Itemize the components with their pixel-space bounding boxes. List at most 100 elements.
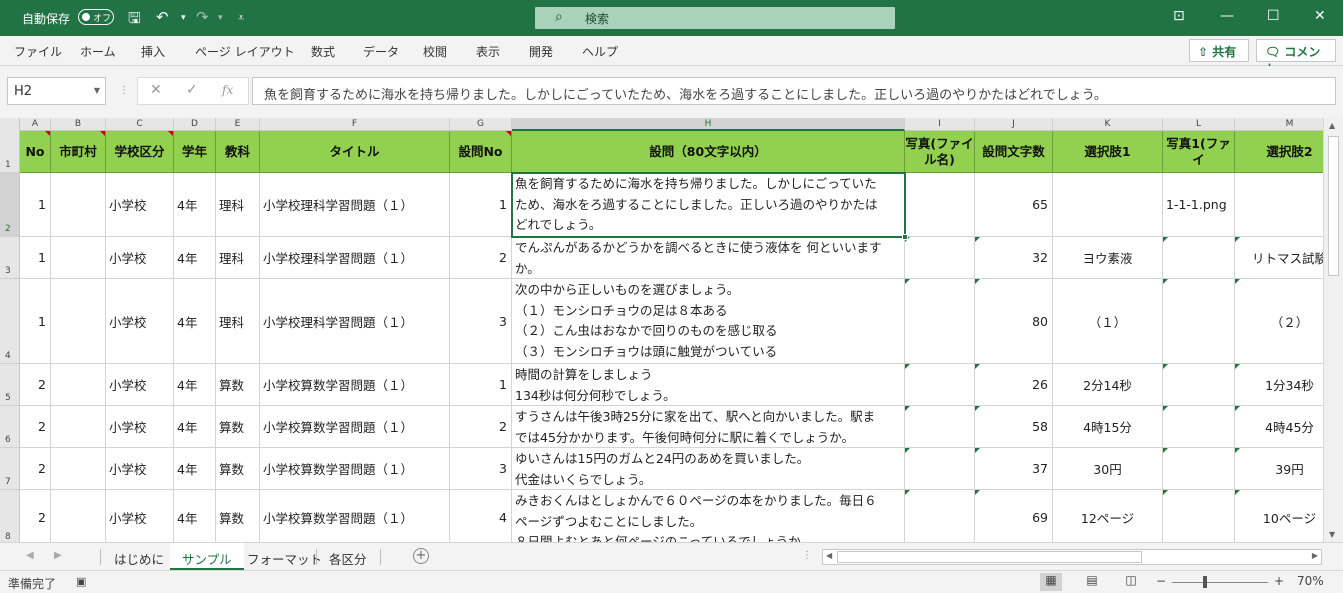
cell-no[interactable]: 2 (20, 406, 51, 448)
header-cell-photo[interactable]: 写真(ファイル名) (905, 131, 975, 173)
fill-handle[interactable] (902, 234, 908, 240)
vertical-scrollbar[interactable]: ▲ ▼ (1323, 118, 1343, 542)
cell-school-type[interactable]: 小学校 (106, 279, 174, 364)
row-number-8[interactable]: 8 (0, 490, 20, 542)
cell-question-no[interactable]: 1 (450, 364, 512, 406)
cell-photo[interactable] (905, 448, 975, 490)
column-letter-l[interactable]: L (1163, 118, 1235, 131)
page-break-view-icon[interactable]: ◫ (1120, 573, 1142, 591)
cell-school-type[interactable]: 小学校 (106, 448, 174, 490)
cell-photo[interactable] (905, 490, 975, 542)
cell-photo[interactable] (905, 173, 975, 237)
cell-city[interactable] (51, 173, 106, 237)
column-letter-d[interactable]: D (174, 118, 216, 131)
cell-question-no[interactable]: 1 (450, 173, 512, 237)
tab-formulas[interactable]: 数式 (311, 43, 335, 60)
cell-city[interactable] (51, 279, 106, 364)
cell-choice-1[interactable]: 4時15分 (1053, 406, 1163, 448)
cell-city[interactable] (51, 237, 106, 279)
enter-icon[interactable]: ✓ (186, 82, 198, 98)
cell-question-no[interactable]: 4 (450, 490, 512, 542)
column-letter-i[interactable]: I (905, 118, 975, 131)
cell-question-no[interactable]: 2 (450, 237, 512, 279)
row-number-3[interactable]: 3 (0, 237, 20, 279)
scroll-up-icon[interactable]: ▲ (1329, 121, 1335, 130)
cell-choice-1[interactable]: ヨウ素液 (1053, 237, 1163, 279)
cell-city[interactable] (51, 364, 106, 406)
cell-photo-1[interactable] (1163, 237, 1235, 279)
macro-record-icon[interactable]: ▣ (76, 575, 86, 588)
tab-view[interactable]: 表示 (476, 43, 500, 60)
cell-title[interactable]: 小学校算数学習問題（１） (260, 364, 450, 406)
save-icon[interactable]: 🖫 (128, 8, 141, 33)
tab-insert[interactable]: 挿入 (141, 43, 165, 60)
cell-school-type[interactable]: 小学校 (106, 364, 174, 406)
cell-question[interactable]: でんぷんがあるかどうかを調べるときに使う液体を 何といいます か。 (512, 237, 905, 279)
cell-subject[interactable]: 理科 (216, 173, 260, 237)
normal-view-icon[interactable]: ▦ (1040, 573, 1062, 591)
redo-dropdown-icon[interactable]: ▾ (218, 13, 223, 23)
cell-grade[interactable]: 4年 (174, 490, 216, 542)
cell-char-count[interactable]: 37 (975, 448, 1053, 490)
redo-icon[interactable]: ↷ (196, 8, 209, 26)
maximize-icon[interactable]: ☐ (1267, 8, 1280, 24)
header-cell-question[interactable]: 設問（80文字以内） (512, 131, 905, 173)
vertical-scroll-thumb[interactable] (1328, 136, 1339, 276)
cell-photo[interactable] (905, 364, 975, 406)
header-cell-grade[interactable]: 学年 (174, 131, 216, 173)
cell-grade[interactable]: 4年 (174, 364, 216, 406)
cell-photo-1[interactable] (1163, 448, 1235, 490)
name-box[interactable]: H2 ▼ (7, 77, 106, 105)
sheet-tab-sample[interactable]: サンプル (170, 543, 244, 570)
sheet-tab-categories[interactable]: 各区分 (317, 543, 379, 570)
formula-input[interactable]: 魚を飼育するために海水を持ち帰りました。しかしにごっていたため、海水をろ過するこ… (252, 77, 1336, 105)
close-icon[interactable]: ✕ (1314, 8, 1326, 24)
column-letter-j[interactable]: J (975, 118, 1053, 131)
customize-qat-icon[interactable]: ⩡ (238, 11, 244, 25)
cell-choice-1[interactable]: 2分14秒 (1053, 364, 1163, 406)
search-box[interactable]: ⌕ 検索 (535, 7, 895, 29)
tab-developer[interactable]: 開発 (529, 43, 553, 60)
zoom-slider[interactable] (1172, 582, 1268, 583)
split-handle-icon[interactable]: ⋮ (802, 550, 812, 561)
next-sheet-icon[interactable]: ▶ (54, 550, 62, 561)
cell-char-count[interactable]: 80 (975, 279, 1053, 364)
cell-no[interactable]: 1 (20, 237, 51, 279)
cell-question[interactable]: 時間の計算をしましょう 134秒は何分何秒でしょう。 (512, 364, 905, 406)
header-cell-no[interactable]: No (20, 131, 51, 173)
cell-school-type[interactable]: 小学校 (106, 490, 174, 542)
cell-subject[interactable]: 算数 (216, 448, 260, 490)
cell-school-type[interactable]: 小学校 (106, 406, 174, 448)
cell-choice-1[interactable]: 12ページ (1053, 490, 1163, 542)
cell-school-type[interactable]: 小学校 (106, 173, 174, 237)
add-sheet-icon[interactable]: + (413, 548, 429, 564)
zoom-in-icon[interactable]: + (1274, 574, 1284, 588)
cell-city[interactable] (51, 448, 106, 490)
cell-photo[interactable] (905, 279, 975, 364)
ribbon-display-icon[interactable]: ⊡ (1173, 8, 1185, 24)
cell-photo-1[interactable] (1163, 364, 1235, 406)
cell-subject[interactable]: 算数 (216, 490, 260, 542)
column-letter-c[interactable]: C (106, 118, 174, 131)
cell-photo-1[interactable] (1163, 279, 1235, 364)
cell-choice-1[interactable] (1053, 173, 1163, 237)
cell-title[interactable]: 小学校理科学習問題（１） (260, 237, 450, 279)
zoom-level[interactable]: 70% (1297, 574, 1324, 588)
cell-photo-1[interactable]: 1-1-1.png (1163, 173, 1235, 237)
horizontal-scroll-thumb[interactable] (837, 551, 1142, 563)
cancel-icon[interactable]: ✕ (150, 82, 162, 98)
row-number-7[interactable]: 7 (0, 448, 20, 490)
cell-photo-1[interactable] (1163, 406, 1235, 448)
header-cell-school-type[interactable]: 学校区分 (106, 131, 174, 173)
cell-no[interactable]: 2 (20, 364, 51, 406)
cell-photo-1[interactable] (1163, 490, 1235, 542)
column-letter-k[interactable]: K (1053, 118, 1163, 131)
sheet-tab-intro[interactable]: はじめに (102, 543, 176, 570)
cell-title[interactable]: 小学校算数学習問題（１） (260, 406, 450, 448)
more-options-icon[interactable]: ⋮ (119, 85, 129, 96)
cell-subject[interactable]: 算数 (216, 406, 260, 448)
cell-photo[interactable] (905, 406, 975, 448)
tab-home[interactable]: ホーム (80, 43, 116, 60)
tab-data[interactable]: データ (363, 43, 399, 60)
row-number-2[interactable]: 2 (0, 173, 20, 237)
